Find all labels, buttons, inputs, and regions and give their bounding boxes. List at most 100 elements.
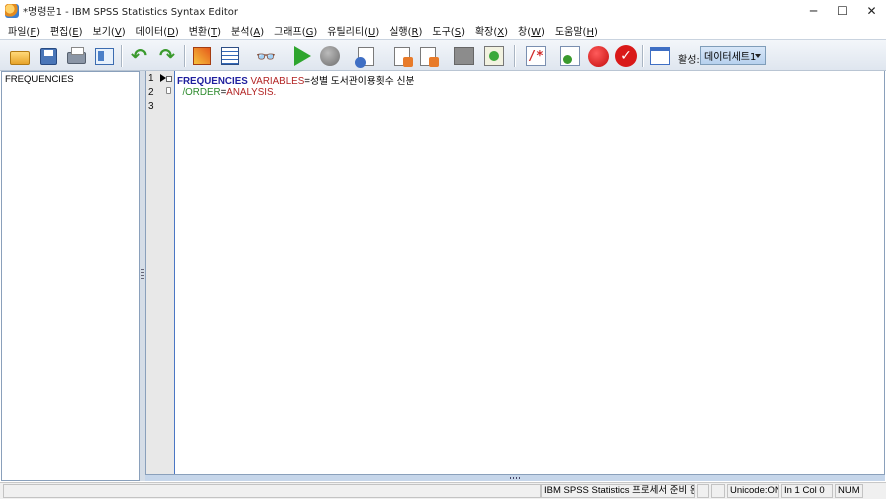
find-icon[interactable]: 👓 (254, 44, 278, 68)
menu-label: 파일( (8, 26, 31, 38)
toolbar-separator (514, 45, 516, 67)
menu-bar: 파일(F) 편집(E) 보기(V) 데이터(D) 변환(T) 분석(A) 그래프(G) 유틸리… (0, 21, 886, 39)
run-icon[interactable] (290, 44, 314, 68)
menu-label-end: ) (375, 26, 380, 38)
unicode-status: Unicode:ON (727, 484, 779, 498)
maximize-button[interactable]: ☐ (828, 0, 857, 21)
recall-dialog-icon[interactable] (92, 44, 116, 68)
status-empty-cell (3, 484, 541, 498)
stop-icon[interactable] (318, 44, 342, 68)
spss-app-icon (5, 3, 19, 18)
active-dataset-value: 데이터세트1 (704, 52, 757, 63)
menu-accelerator: V (114, 26, 122, 38)
menu-item-w[interactable]: 창(W) (513, 23, 550, 38)
check-syntax-icon[interactable]: ✓ (614, 44, 638, 68)
toolbar-separator (121, 45, 123, 67)
minimize-button[interactable]: ─ (799, 0, 828, 21)
menu-label: 분석( (231, 26, 254, 38)
fold-toggle-icon[interactable] (166, 76, 172, 82)
status-empty-cell (711, 484, 725, 498)
menu-item-h[interactable]: 도움말(H) (550, 23, 603, 38)
syntax-help-icon[interactable] (354, 44, 378, 68)
menu-accelerator: H (586, 26, 594, 38)
line-number: 3 (148, 101, 154, 112)
nav-item-frequencies[interactable]: FREQUENCIES (5, 74, 74, 85)
menu-label: 보기( (92, 26, 115, 38)
syntax-editor[interactable]: FREQUENCIES VARIABLES=성별 도서관이용횟수 신분 /ORD… (175, 71, 885, 474)
step-gray-icon[interactable] (452, 44, 476, 68)
menu-label: 확장( (474, 26, 498, 38)
menu-item-t[interactable]: 변환(T) (184, 23, 226, 38)
splitter-grip[interactable] (510, 477, 520, 479)
validate-icon[interactable] (558, 44, 582, 68)
folder-open-icon[interactable] (8, 44, 32, 68)
navigation-pane: FREQUENCIES (1, 71, 140, 481)
toolbar-separator (184, 45, 186, 67)
menu-label-end: ) (217, 26, 222, 38)
menu-item-e[interactable]: 편집(E) (45, 23, 88, 38)
menu-item-v[interactable]: 보기(V) (88, 23, 131, 38)
subcommand-keyword: VARIABLES (250, 76, 305, 87)
bookmark-icon[interactable] (390, 44, 414, 68)
redo-icon[interactable]: ↷ (155, 44, 179, 68)
menu-accelerator: D (167, 26, 175, 38)
undo-icon[interactable]: ↶ (127, 44, 151, 68)
print-icon[interactable] (64, 44, 88, 68)
cursor-position: In 1 Col 0 (781, 484, 833, 498)
breakpoint-icon[interactable] (586, 44, 610, 68)
horizontal-splitter[interactable] (145, 474, 885, 481)
menu-item-g[interactable]: 그래프(G) (269, 23, 322, 38)
step-green-icon[interactable] (482, 44, 506, 68)
line-number: 1 (148, 73, 154, 84)
variable-list: =성별 도서관이용횟수 신분 (304, 76, 415, 87)
window-controls: ─ ☐ ✕ (799, 0, 886, 21)
order-subcommand: /ORDER (182, 87, 221, 98)
menu-item-x[interactable]: 확장(X) (470, 23, 513, 38)
menu-label: 실행( (389, 26, 412, 38)
menu-label: 유틸리티( (327, 26, 368, 38)
menu-item-d[interactable]: 데이터(D) (131, 23, 184, 38)
menu-item-s[interactable]: 도구(S) (427, 23, 470, 38)
close-button[interactable]: ✕ (857, 0, 886, 21)
menu-label-end: ) (594, 26, 598, 38)
menu-label-end: ) (313, 26, 318, 38)
show-lines-icon[interactable] (648, 44, 672, 68)
variables-icon[interactable] (218, 44, 242, 68)
toolbar-separator (642, 45, 644, 67)
line-number: 2 (148, 87, 154, 98)
fold-end-icon (166, 87, 171, 94)
order-value: ANALYSIS. (226, 87, 277, 98)
goto-case-icon[interactable] (190, 44, 214, 68)
next-bookmark-icon[interactable] (416, 44, 440, 68)
processor-status: IBM SPSS Statistics 프로세서 준비 완료 (541, 484, 695, 498)
menu-label-end: ) (78, 26, 83, 38)
menu-label: 변환( (188, 26, 212, 38)
menu-label-end: ) (504, 26, 509, 38)
comment-icon[interactable]: /* (524, 44, 548, 68)
line-number-gutter: 1 2 3 (145, 71, 175, 474)
menu-label: 창( (518, 26, 532, 38)
menu-label-end: ) (418, 26, 423, 38)
menu-label-end: ) (461, 26, 465, 38)
menu-item-f[interactable]: 파일(F) (3, 23, 45, 38)
active-dataset-select[interactable]: 데이터세트1 (700, 46, 766, 65)
syntax-line-2: /ORDER=ANALYSIS. (177, 87, 276, 98)
menu-label: 그래프( (274, 26, 306, 38)
menu-label: 편집( (49, 26, 73, 38)
menu-item-r[interactable]: 실행(R) (384, 23, 427, 38)
menu-label: 도구( (432, 26, 455, 38)
toolbar: ↶ ↷ 👓 /* ✓ 활성: 데이터세트1 (0, 39, 886, 71)
menu-label-end: ) (541, 26, 545, 38)
menu-label-end: ) (174, 26, 179, 38)
window-title: *명령문1 - IBM SPSS Statistics Syntax Edito… (23, 7, 239, 18)
splitter-grip[interactable] (141, 269, 144, 279)
status-empty-cell (697, 484, 709, 498)
menu-label: 데이터( (135, 26, 168, 38)
chevron-down-icon (755, 54, 761, 58)
save-icon[interactable] (36, 44, 60, 68)
menu-item-u[interactable]: 유틸리티(U) (322, 23, 384, 38)
status-bar: IBM SPSS Statistics 프로세서 준비 완료 Unicode:O… (0, 482, 886, 499)
active-dataset-label: 활성: (678, 55, 700, 66)
command-keyword: FREQUENCIES (177, 76, 248, 87)
menu-item-a[interactable]: 분석(A) (226, 23, 269, 38)
